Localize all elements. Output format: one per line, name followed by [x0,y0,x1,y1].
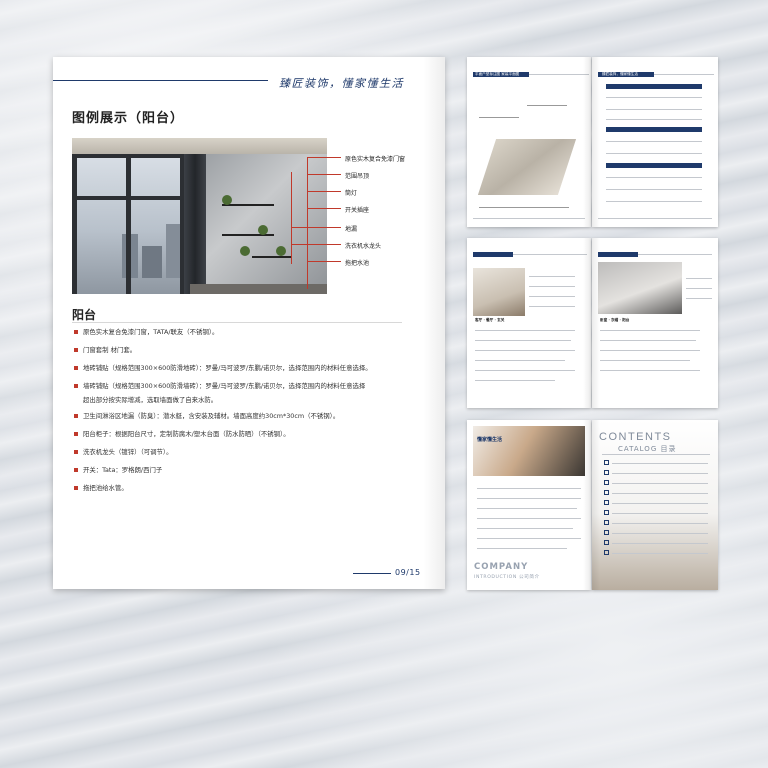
room-caption: 卧室 · 衣帽 · 阳台 [600,318,630,322]
thumbnail-page-spec-table: 臻匠装饰，懂家懂生活 [592,57,718,227]
bullet-marker [74,450,78,454]
page-fold-shadow [423,57,445,589]
bullet-marker [74,432,78,436]
bullet-text: 洗衣机龙头（镀锌）（可调节）。 [83,448,173,456]
thumbnail-header: 臻匠装饰，懂家懂生活 [602,72,638,76]
company-subtitle: INTRODUCTION 公司简介 [474,575,540,580]
thumbnail-page-contents: CONTENTS CATALOG 目录 [592,420,718,590]
bullet-text: 墙砖铺贴（规格范围300×600防滑墙砖）：罗曼/马可波罗/东鹏/诺贝尔，选择范… [83,382,366,390]
header-rule [53,80,268,81]
annotation-label: 范围吊顶 [345,173,370,180]
bullet-text: 拖把池给水管。 [83,484,128,492]
page-number-rule [353,573,391,574]
company-label: COMPANY [474,562,529,572]
bullet-marker [74,384,78,388]
section-title: 图例展示（阳台） [72,111,185,126]
bullet-marker [74,468,78,472]
thumbnail-page-bedroom: 卧室 · 衣帽 · 阳台 [592,238,718,408]
annotation-label: 开关插座 [345,207,370,214]
page-number: 09/15 [395,568,421,577]
room-caption: 客厅 · 餐厅 · 玄关 [475,318,505,322]
bullet-marker [74,366,78,370]
contents-title: CONTENTS [599,431,672,443]
annotation-label: 拖把水池 [345,260,370,267]
bullet-marker [74,330,78,334]
bullet-text: 开关：Tata：罗格朗/西门子 [83,466,163,474]
interior-photo [473,426,585,476]
thumbnail-header: 平面户型标注图 家装平面图 [475,72,520,76]
divider [72,322,402,323]
thumbnail-page-living-room: 客厅 · 餐厅 · 玄关 [467,238,591,408]
bullet-marker [74,348,78,352]
thumbnail-page-floorplan: 平面户型标注图 家装平面图 [467,57,591,227]
bullet-text: 原色实木复合免漆门窗，TATA/联友（不锈钢）。 [83,328,219,336]
thumbnail-page-company: 懂家懂生活 COMPANY INTRODUCTION 公司简介 [467,420,591,590]
annotation-label: 筒灯 [345,190,358,197]
annotation-label: 洗衣机水龙头 [345,243,382,250]
subsection-title: 阳台 [72,308,97,322]
annotation-label: 原色实木复合免漆门窗 [345,156,406,163]
bullet-marker [74,414,78,418]
balcony-photo [72,138,327,294]
bullet-text: 阳台柜子：根据阳台尺寸，定制防腐木/塑木台面（防水防晒）（不锈钢）。 [83,430,290,438]
bullet-text: 门窗套制 材门套。 [83,346,137,354]
bedroom-photo [598,262,682,314]
bullet-text: 卫生间淋浴区地漏（防臭）：潜水艇，含安装及辅材。墙面高度约30cm*30cm（不… [83,412,340,420]
main-brochure-page: 臻匠装饰，懂家懂生活 图例展示（阳台） 原色实木复合免漆门窗 范围吊顶 筒灯 开… [53,57,445,589]
thumbnail-heading: 懂家懂生活 [477,437,503,443]
living-room-photo [473,268,525,316]
floorplan-3d-image [477,139,577,195]
bullet-text: 地砖铺贴（规格范围300×600防滑地砖）：罗曼/马可波罗/东鹏/诺贝尔，选择范… [83,364,372,372]
slogan: 臻匠装饰，懂家懂生活 [279,77,404,90]
bullet-marker [74,486,78,490]
catalog-title: CATALOG 目录 [618,445,677,453]
annotation-label: 地漏 [345,226,358,233]
bullet-text: 超出部分按实际增减，选取墙面做了自来水防。 [83,396,218,404]
